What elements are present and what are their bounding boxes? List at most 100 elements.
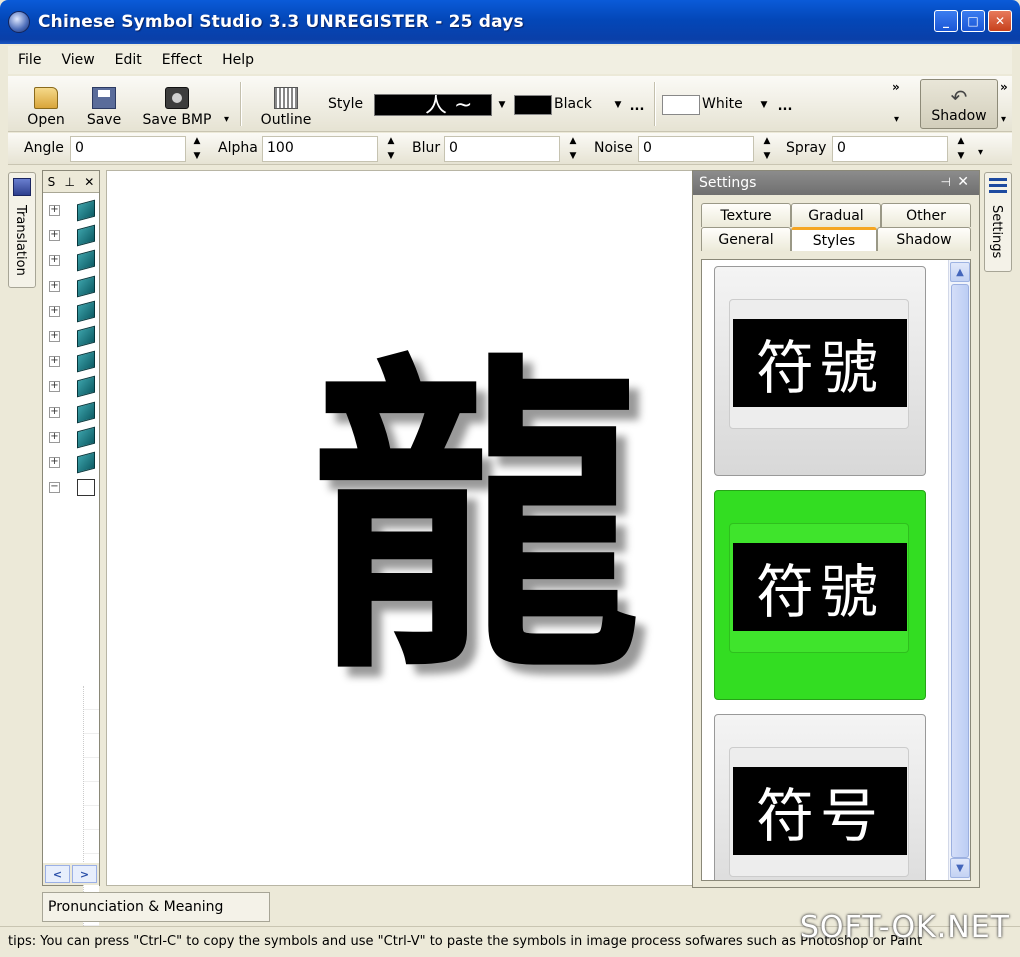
angle-input[interactable]: 0	[70, 136, 186, 162]
list-icon	[989, 178, 1007, 196]
expand-icon[interactable]: +	[49, 457, 60, 468]
alpha-label: Alpha	[218, 140, 258, 156]
bg-color-dropdown-arrow[interactable]: ▼	[756, 94, 772, 116]
style-thumbnails: 符號 符號 符号 ▲ ▼	[701, 259, 971, 881]
tree-node[interactable]: +	[43, 350, 99, 374]
tree-node[interactable]: +	[43, 325, 99, 349]
expand-icon[interactable]: +	[49, 331, 60, 342]
collapse-icon[interactable]: −	[49, 482, 60, 494]
pronunciation-tab[interactable]: Pronunciation & Meaning	[42, 892, 270, 922]
expand-icon[interactable]: +	[49, 255, 60, 267]
menu-effect[interactable]: Effect	[152, 52, 212, 68]
save-bmp-button[interactable]: Save BMP	[138, 80, 216, 128]
toolbar-separator	[240, 82, 242, 126]
tree-node[interactable]: +	[43, 249, 99, 273]
symbol-canvas[interactable]: 龍	[106, 170, 694, 886]
pin-icon[interactable]: ⊥	[65, 175, 75, 189]
noise-spinner[interactable]: ▲ ▼	[760, 136, 774, 162]
tab-styles[interactable]: Styles	[791, 227, 877, 251]
tab-general[interactable]: General	[701, 227, 791, 251]
style-sample: 符號	[733, 319, 907, 407]
scroll-right-button[interactable]: >	[72, 865, 97, 883]
open-button[interactable]: Open	[22, 80, 70, 128]
style-thumbnail[interactable]: 符號	[714, 266, 926, 476]
vertical-scrollbar[interactable]: ▲ ▼	[948, 260, 970, 880]
book-icon	[77, 199, 95, 222]
toolbar-chevron[interactable]: »	[892, 80, 900, 94]
expand-icon[interactable]: +	[49, 406, 60, 418]
scroll-up-button[interactable]: ▲	[950, 262, 970, 282]
scroll-thumb[interactable]	[951, 284, 969, 858]
tab-texture[interactable]: Texture	[701, 203, 791, 227]
bg-color-swatch[interactable]	[662, 95, 700, 115]
minimize-button[interactable]: _	[934, 10, 958, 32]
translation-side-tab[interactable]: Translation	[8, 172, 36, 288]
maximize-button[interactable]: □	[961, 10, 985, 32]
fg-color-swatch[interactable]	[514, 95, 552, 115]
menu-help[interactable]: Help	[212, 52, 264, 68]
tree-node[interactable]: +	[43, 199, 99, 223]
menu-edit[interactable]: Edit	[105, 52, 152, 68]
expand-icon[interactable]: +	[49, 205, 60, 216]
fg-color-dropdown-arrow[interactable]: ▼	[610, 94, 626, 116]
tree-node[interactable]: +	[43, 426, 99, 450]
style-dropdown-arrow[interactable]: ▼	[494, 94, 510, 116]
style-thumbnail-selected[interactable]: 符號	[714, 490, 926, 700]
tab-gradual[interactable]: Gradual	[791, 203, 881, 227]
tree-node[interactable]: +	[43, 451, 99, 475]
settings-tab-label: Settings	[989, 205, 1004, 259]
noise-input[interactable]: 0	[638, 136, 754, 162]
tab-shadow[interactable]: Shadow	[877, 227, 971, 251]
menu-file[interactable]: File	[8, 52, 51, 68]
shadow-button[interactable]: ↶ Shadow	[920, 79, 998, 129]
settings-panel: Settings ⊣ ✕ Texture Gradual Other Gener…	[692, 170, 980, 888]
book-icon	[77, 275, 95, 298]
toolbar-overflow-arrow[interactable]: ▾	[224, 114, 229, 125]
save-button[interactable]: Save	[82, 80, 126, 128]
blur-input[interactable]: 0	[444, 136, 560, 162]
alpha-spinner[interactable]: ▲ ▼	[384, 136, 398, 162]
folder-open-icon	[34, 87, 58, 109]
style-label: Style	[328, 96, 364, 112]
expand-icon[interactable]: +	[49, 356, 60, 368]
spray-label: Spray	[786, 140, 827, 156]
scroll-left-button[interactable]: <	[45, 865, 70, 883]
blur-spinner[interactable]: ▲ ▼	[566, 136, 580, 162]
expand-icon[interactable]: +	[49, 431, 60, 443]
tree-node[interactable]: +	[43, 300, 99, 324]
toolbar-overflow-arrow[interactable]: ▾	[1001, 114, 1006, 125]
toolbar-overflow-arrow[interactable]: ▾	[978, 147, 983, 158]
tab-other[interactable]: Other	[881, 203, 971, 227]
close-icon[interactable]: ✕	[957, 174, 969, 190]
tree-node[interactable]: +	[43, 224, 99, 248]
expand-icon[interactable]: +	[49, 305, 60, 317]
spray-spinner[interactable]: ▲ ▼	[954, 136, 968, 162]
fg-color-more-button[interactable]: ...	[626, 92, 648, 114]
bg-color-more-button[interactable]: ...	[774, 92, 796, 114]
window-title: Chinese Symbol Studio 3.3 UNREGISTER - 2…	[38, 12, 524, 32]
toolbar-chevron[interactable]: »	[1000, 80, 1008, 94]
pin-icon[interactable]: ⊣	[941, 175, 951, 189]
noise-label: Noise	[594, 140, 633, 156]
settings-side-tab[interactable]: Settings	[984, 172, 1012, 272]
expand-icon[interactable]: +	[49, 230, 60, 242]
outline-button[interactable]: Outline	[256, 80, 316, 128]
tree-node[interactable]: +	[43, 401, 99, 425]
close-icon[interactable]: ✕	[84, 175, 94, 189]
tree-node[interactable]: +	[43, 275, 99, 299]
alpha-input[interactable]: 100	[262, 136, 378, 162]
style-preview[interactable]: 人 ~	[374, 94, 492, 116]
angle-spinner[interactable]: ▲ ▼	[190, 136, 204, 162]
scroll-down-button[interactable]: ▼	[950, 858, 970, 878]
toolbar-overflow-arrow[interactable]: ▾	[894, 114, 899, 125]
tree-nav: < >	[43, 863, 99, 885]
menu-view[interactable]: View	[51, 52, 104, 68]
tree-node[interactable]: −	[43, 476, 99, 500]
expand-icon[interactable]: +	[49, 280, 60, 292]
spray-input[interactable]: 0	[832, 136, 948, 162]
tree-node[interactable]: +	[43, 375, 99, 399]
close-button[interactable]: ✕	[988, 10, 1012, 32]
style-thumbnail[interactable]: 符号	[714, 714, 926, 880]
book-icon	[77, 300, 95, 323]
expand-icon[interactable]: +	[49, 381, 60, 393]
